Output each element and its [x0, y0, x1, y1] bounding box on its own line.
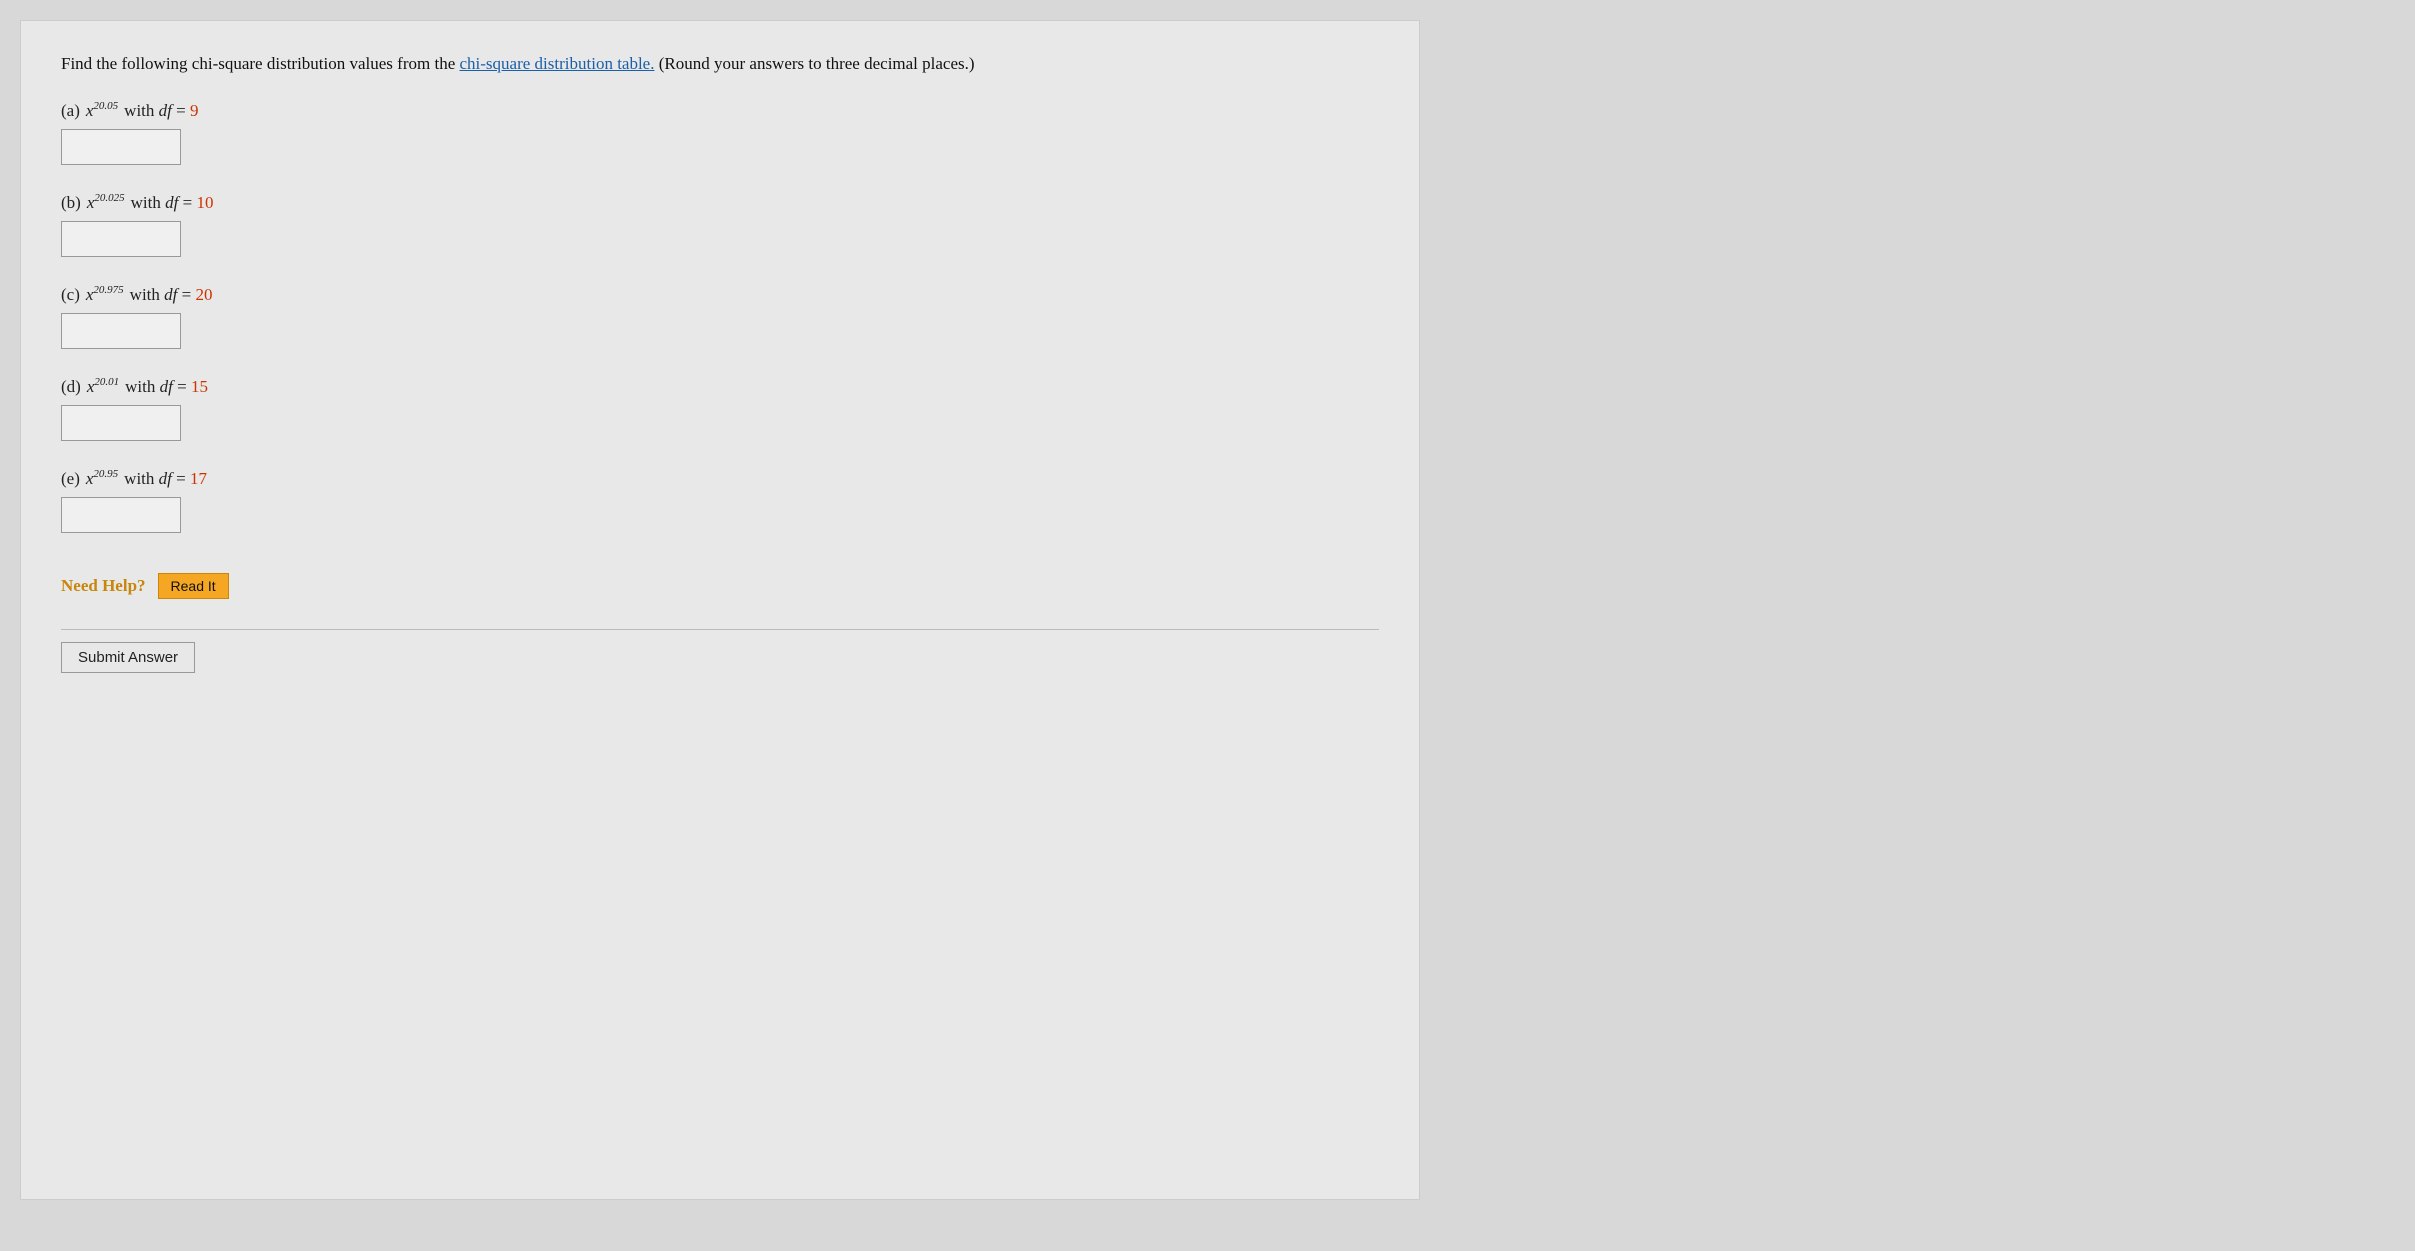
- part-letter-d: (d): [61, 377, 81, 397]
- chi-square-table-link[interactable]: chi-square distribution table.: [460, 54, 655, 73]
- answer-input-b[interactable]: [61, 221, 181, 257]
- chi-expr-d: x20.01: [87, 377, 119, 397]
- problem-c: (c) x20.975 with df = 20: [61, 285, 1379, 349]
- need-help-section: Need Help? Read It: [61, 573, 1379, 599]
- chi-expr-b: x20.025: [87, 193, 125, 213]
- problem-a-label: (a) x20.05 with df = 9: [61, 101, 1379, 121]
- part-letter-c: (c): [61, 285, 80, 305]
- instructions: Find the following chi-square distributi…: [61, 51, 1379, 77]
- need-help-label: Need Help?: [61, 576, 146, 596]
- answer-input-a[interactable]: [61, 129, 181, 165]
- main-container: Find the following chi-square distributi…: [20, 20, 1420, 1200]
- read-it-button[interactable]: Read It: [158, 573, 229, 599]
- instructions-suffix: (Round your answers to three decimal pla…: [654, 54, 974, 73]
- problem-c-label: (c) x20.975 with df = 20: [61, 285, 1379, 305]
- with-df-c: with df = 20: [130, 285, 213, 305]
- chi-expr-e: x20.95: [86, 469, 118, 489]
- problem-b: (b) x20.025 with df = 10: [61, 193, 1379, 257]
- submit-section: Submit Answer: [61, 629, 1379, 673]
- instructions-text: Find the following chi-square distributi…: [61, 54, 460, 73]
- part-letter-e: (e): [61, 469, 80, 489]
- problem-d-label: (d) x20.01 with df = 15: [61, 377, 1379, 397]
- answer-input-d[interactable]: [61, 405, 181, 441]
- problem-b-label: (b) x20.025 with df = 10: [61, 193, 1379, 213]
- answer-input-e[interactable]: [61, 497, 181, 533]
- with-df-a: with df = 9: [124, 101, 198, 121]
- part-letter-a: (a): [61, 101, 80, 121]
- problem-e: (e) x20.95 with df = 17: [61, 469, 1379, 533]
- part-letter-b: (b): [61, 193, 81, 213]
- with-df-b: with df = 10: [131, 193, 214, 213]
- with-df-d: with df = 15: [125, 377, 208, 397]
- problem-d: (d) x20.01 with df = 15: [61, 377, 1379, 441]
- problem-a: (a) x20.05 with df = 9: [61, 101, 1379, 165]
- answer-input-c[interactable]: [61, 313, 181, 349]
- with-df-e: with df = 17: [124, 469, 207, 489]
- chi-expr-c: x20.975: [86, 285, 124, 305]
- problem-e-label: (e) x20.95 with df = 17: [61, 469, 1379, 489]
- submit-button[interactable]: Submit Answer: [61, 642, 195, 673]
- chi-expr-a: x20.05: [86, 101, 118, 121]
